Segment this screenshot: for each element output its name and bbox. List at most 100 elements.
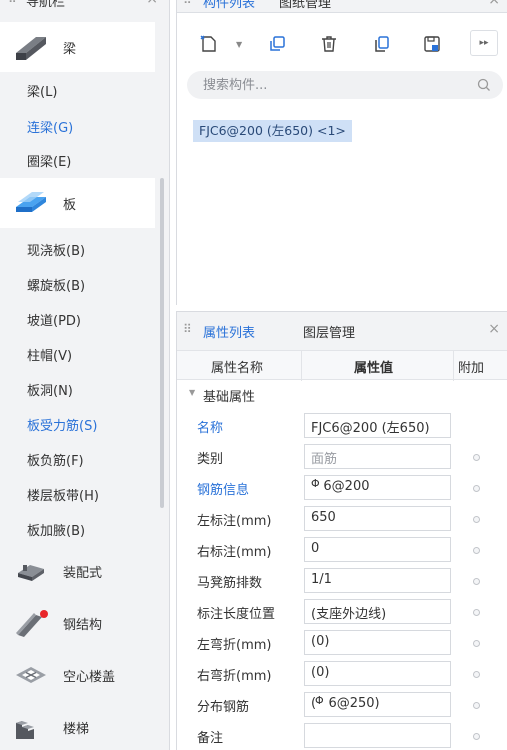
category-beam[interactable]: 梁 <box>0 22 155 72</box>
category-steel[interactable]: 钢结构 <box>0 598 155 648</box>
component-list-panel: ⠿ 构件列表 图纸管理 × ▼ ▸▸ FJC6@200 (左650) <1> <box>176 0 507 305</box>
extra-checkbox[interactable] <box>473 516 480 523</box>
hollow-floor-icon <box>14 661 48 689</box>
table-row: 类别 面筋 <box>177 441 507 472</box>
save-template-icon[interactable] <box>418 30 446 58</box>
property-value-field[interactable]: 650 <box>304 506 451 531</box>
property-value-field[interactable]: 面筋 <box>304 444 451 469</box>
property-name: 备注 <box>197 731 224 746</box>
extra-checkbox[interactable] <box>473 485 480 492</box>
copy-icon[interactable] <box>263 30 291 58</box>
tab-drawing-management[interactable]: 图纸管理 <box>279 0 331 11</box>
property-table-header: 属性名称 属性值 附加 <box>177 350 507 381</box>
close-icon[interactable]: × <box>488 0 500 8</box>
nav-item-floor-strip[interactable]: 楼层板带(H) <box>27 485 99 504</box>
component-list-item[interactable]: FJC6@200 (左650) <1> <box>193 120 352 142</box>
drag-grip-icon[interactable]: ⠿ <box>8 0 17 6</box>
extra-checkbox[interactable] <box>473 609 480 616</box>
property-value-field[interactable]: ( 6@250) <box>304 692 451 717</box>
table-row: 备注 <box>177 720 507 750</box>
property-name: 马凳筋排数 <box>197 576 263 591</box>
property-group-basic[interactable]: ▼ 基础属性 <box>177 380 507 410</box>
component-panel-tabbar: ⠿ 构件列表 图纸管理 × <box>177 0 507 13</box>
nav-item-cast-slab[interactable]: 现浇板(B) <box>27 240 85 259</box>
category-label: 板 <box>63 197 77 213</box>
nav-item-ring-beam[interactable]: 圈梁(E) <box>27 151 71 170</box>
property-value-field[interactable]: 1/1 <box>304 568 451 593</box>
column-divider <box>453 351 454 381</box>
extra-checkbox[interactable] <box>473 547 480 554</box>
table-row: 左弯折(mm) (0) <box>177 627 507 658</box>
tab-component-list[interactable]: 构件列表 <box>203 0 255 11</box>
property-value-field[interactable]: 6@200 <box>304 475 451 500</box>
extra-checkbox[interactable] <box>473 454 480 461</box>
category-prefab[interactable]: 装配式 <box>0 546 155 596</box>
more-options-button[interactable]: ▸▸ <box>470 30 498 56</box>
nav-item-slab-negative-rebar[interactable]: 板负筋(F) <box>27 450 84 469</box>
nav-item-slab-haunch[interactable]: 板加腋(B) <box>27 520 85 539</box>
nav-item-beam[interactable]: 梁(L) <box>27 81 57 100</box>
close-icon[interactable]: × <box>488 321 500 337</box>
property-value-field[interactable]: (0) <box>304 630 451 655</box>
category-stairs[interactable]: 楼梯 <box>0 702 155 750</box>
nav-item-column-cap[interactable]: 柱帽(V) <box>27 345 72 364</box>
tab-layer-management[interactable]: 图层管理 <box>303 322 355 341</box>
nav-item-slab-main-rebar[interactable]: 板受力筋(S) <box>27 415 97 434</box>
property-value-field[interactable]: 0 <box>304 537 451 562</box>
extra-checkbox[interactable] <box>473 733 480 740</box>
table-row: 右弯折(mm) (0) <box>177 658 507 689</box>
search-input[interactable] <box>203 76 453 94</box>
nav-item-coupling-beam[interactable]: 连梁(G) <box>27 117 73 136</box>
nav-panel-title: 导航栏 <box>26 0 66 10</box>
extra-checkbox[interactable] <box>473 640 480 647</box>
column-header-value: 属性值 <box>354 361 394 376</box>
beam-icon <box>14 33 48 61</box>
new-component-icon[interactable] <box>195 30 223 58</box>
extra-checkbox[interactable] <box>473 578 480 585</box>
table-row: 钢筋信息 6@200 Φ <box>177 472 507 503</box>
category-hollow-floor[interactable]: 空心楼盖 <box>0 650 155 700</box>
property-value-field[interactable]: (0) <box>304 661 451 686</box>
nav-item-ramp[interactable]: 坡道(PD) <box>27 310 81 329</box>
property-group-label: 基础属性 <box>203 390 256 405</box>
close-icon[interactable]: × <box>146 0 158 7</box>
table-row: 马凳筋排数 1/1 <box>177 565 507 596</box>
table-row: 名称 FJC6@200 (左650) <box>177 410 507 441</box>
component-search <box>187 71 503 99</box>
slab-icon <box>14 189 48 217</box>
column-header-name: 属性名称 <box>211 361 264 376</box>
category-label: 钢结构 <box>63 617 103 633</box>
table-row: 右标注(mm) 0 <box>177 534 507 565</box>
property-name: 钢筋信息 <box>197 483 250 498</box>
collapse-icon[interactable]: ▼ <box>189 388 195 397</box>
drag-grip-icon[interactable]: ⠿ <box>183 322 192 336</box>
property-list-panel: ⠿ 属性列表 图层管理 × 属性名称 属性值 附加 ▼ 基础属性 名称 FJC6… <box>176 311 507 750</box>
property-name: 右弯折(mm) <box>197 669 272 684</box>
nav-panel-header: ⠿ 导航栏 × <box>0 0 169 11</box>
chevron-down-icon[interactable]: ▼ <box>236 40 242 49</box>
tab-property-list[interactable]: 属性列表 <box>203 322 255 341</box>
prefab-icon <box>14 557 48 585</box>
property-value-field[interactable]: FJC6@200 (左650) <box>304 413 451 438</box>
property-name: 名称 <box>197 421 224 436</box>
table-row: 标注长度位置 (支座外边线) <box>177 596 507 627</box>
stairs-icon <box>14 713 48 741</box>
copy-to-floor-icon[interactable] <box>367 30 395 58</box>
component-toolbar: ▼ ▸▸ <box>177 28 507 60</box>
drag-grip-icon[interactable]: ⠿ <box>183 0 192 7</box>
search-icon[interactable] <box>477 78 491 96</box>
property-name: 标注长度位置 <box>197 607 276 622</box>
property-name: 右标注(mm) <box>197 545 272 560</box>
category-label: 空心楼盖 <box>63 669 116 685</box>
nav-item-spiral-slab[interactable]: 螺旋板(B) <box>27 275 85 294</box>
category-slab[interactable]: 板 <box>0 178 155 228</box>
delete-icon[interactable] <box>315 30 343 58</box>
nav-item-slab-hole[interactable]: 板洞(N) <box>27 380 73 399</box>
steel-icon <box>14 609 48 637</box>
property-value-field[interactable] <box>304 723 451 748</box>
property-value-field[interactable]: (支座外边线) <box>304 599 451 624</box>
extra-checkbox[interactable] <box>473 671 480 678</box>
nav-scrollbar[interactable] <box>160 178 164 508</box>
rebar-grade-icon: Φ <box>315 694 324 707</box>
extra-checkbox[interactable] <box>473 702 480 709</box>
